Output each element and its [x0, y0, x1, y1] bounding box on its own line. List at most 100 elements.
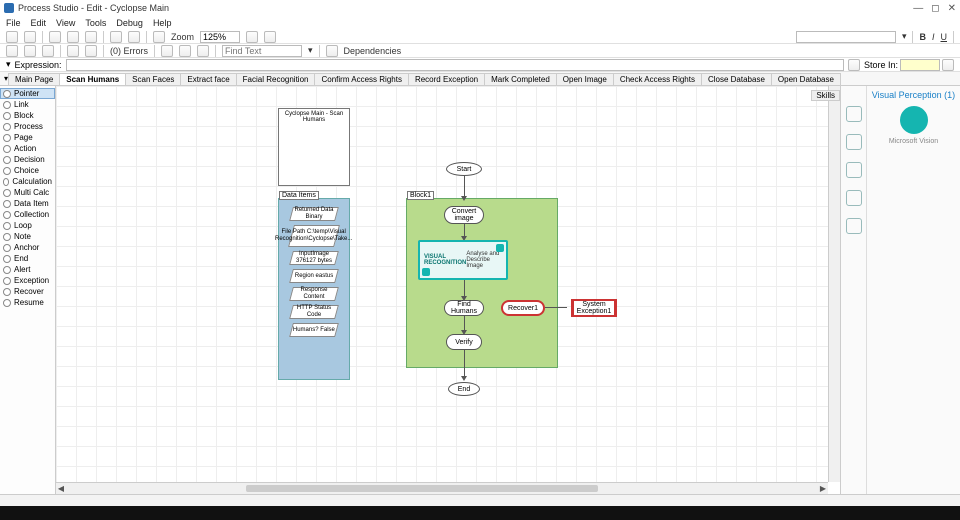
vp-skill-icon[interactable] — [900, 106, 928, 134]
palette-block[interactable]: Block — [0, 110, 55, 121]
skill-icon-4[interactable] — [846, 190, 862, 206]
scroll-thumb[interactable] — [246, 485, 598, 492]
tab-check-access[interactable]: Check Access Rights — [613, 73, 702, 85]
grid-icon[interactable] — [161, 45, 173, 57]
tab-main-page[interactable]: Main Page — [8, 73, 60, 85]
block1[interactable]: Block1 — [406, 198, 558, 368]
close-button[interactable]: ✕ — [948, 3, 956, 14]
validate-icon[interactable] — [85, 45, 97, 57]
vertical-scrollbar[interactable] — [828, 86, 840, 482]
menu-file[interactable]: File — [6, 18, 21, 28]
dataitem-response[interactable]: Response Content — [289, 287, 339, 301]
expression-input[interactable] — [66, 59, 844, 71]
undo-icon[interactable] — [110, 31, 122, 43]
palette-calculation[interactable]: Calculation — [0, 176, 55, 187]
errors-label[interactable]: (0) Errors — [110, 46, 148, 56]
skill-icon-2[interactable] — [846, 134, 862, 150]
dataitem-status[interactable]: HTTP Status Code — [289, 305, 339, 319]
new-icon[interactable] — [6, 31, 18, 43]
palette-collection[interactable]: Collection — [0, 209, 55, 220]
menu-view[interactable]: View — [56, 18, 75, 28]
print-icon[interactable] — [153, 31, 165, 43]
bold-button[interactable]: B — [919, 32, 926, 42]
end-stage[interactable]: End — [448, 382, 480, 396]
system-exception-stage[interactable]: System Exception1 — [572, 299, 616, 317]
palette-resume[interactable]: Resume — [0, 297, 55, 308]
reset-icon[interactable] — [42, 45, 54, 57]
breakpoint-icon[interactable] — [67, 45, 79, 57]
palette-action[interactable]: Action — [0, 143, 55, 154]
visual-recognition-stage[interactable]: VISUAL RECOGNITION Analyse and Describe … — [418, 240, 508, 280]
palette-page[interactable]: Page — [0, 132, 55, 143]
dataitem-returned[interactable]: Returned Data Binary — [289, 207, 339, 221]
italic-button[interactable]: I — [932, 32, 935, 42]
verify-stage[interactable]: Verify — [446, 334, 482, 350]
deps-icon[interactable] — [326, 45, 338, 57]
tab-open-image[interactable]: Open Image — [556, 73, 614, 85]
dataitem-filepath[interactable]: File Path C:\temp\Visual Recognition\Cyc… — [288, 225, 340, 247]
paste-icon[interactable] — [85, 31, 97, 43]
palette-choice[interactable]: Choice — [0, 165, 55, 176]
convert-image-stage[interactable]: Convert image — [444, 206, 484, 224]
info-box[interactable]: Cyclopse Main - Scan Humans — [278, 108, 350, 186]
palette-recover[interactable]: Recover — [0, 286, 55, 297]
storein-input[interactable] — [900, 59, 940, 71]
skill-icon-1[interactable] — [846, 106, 862, 122]
dataitem-inputimage[interactable]: InputImage 376127 bytes — [289, 251, 339, 265]
dataitem-humans[interactable]: Humans? False — [289, 323, 339, 337]
palette-link[interactable]: Link — [0, 99, 55, 110]
deps-label[interactable]: Dependencies — [344, 46, 402, 56]
menu-edit[interactable]: Edit — [31, 18, 47, 28]
skill-icon-3[interactable] — [846, 162, 862, 178]
palette-multicalc[interactable]: Multi Calc — [0, 187, 55, 198]
start-stage[interactable]: Start — [446, 162, 482, 176]
menu-debug[interactable]: Debug — [116, 18, 143, 28]
step-icon[interactable] — [24, 45, 36, 57]
horizontal-scrollbar[interactable]: ◀ ▶ — [56, 482, 828, 494]
data-items-block[interactable]: Data Items Returned Data Binary File Pat… — [278, 198, 350, 380]
tab-mark-completed[interactable]: Mark Completed — [484, 73, 557, 85]
underline-button[interactable]: U — [941, 32, 948, 42]
flow-canvas[interactable]: Cyclopse Main - Scan Humans Data Items R… — [56, 86, 828, 482]
tab-facial-recognition[interactable]: Facial Recognition — [236, 73, 316, 85]
menu-help[interactable]: Help — [153, 18, 172, 28]
palette-alert[interactable]: Alert — [0, 264, 55, 275]
zoom-in-icon[interactable] — [264, 31, 276, 43]
palette-end[interactable]: End — [0, 253, 55, 264]
snap-icon[interactable] — [179, 45, 191, 57]
align-icon[interactable] — [197, 45, 209, 57]
tab-confirm-access[interactable]: Confirm Access Rights — [314, 73, 408, 85]
tab-close-db[interactable]: Close Database — [701, 73, 772, 85]
storein-picker-icon[interactable] — [942, 59, 954, 71]
palette-exception[interactable]: Exception — [0, 275, 55, 286]
cut-icon[interactable] — [49, 31, 61, 43]
palette-pointer[interactable]: Pointer — [0, 88, 55, 99]
tab-open-db[interactable]: Open Database — [771, 73, 841, 85]
palette-dataitem[interactable]: Data Item — [0, 198, 55, 209]
menu-tools[interactable]: Tools — [85, 18, 106, 28]
skills-tab[interactable]: Skills — [811, 90, 840, 101]
run-icon[interactable] — [6, 45, 18, 57]
tab-scan-faces[interactable]: Scan Faces — [125, 73, 181, 85]
palette-loop[interactable]: Loop — [0, 220, 55, 231]
tab-extract-face[interactable]: Extract face — [180, 73, 236, 85]
zoom-input[interactable] — [200, 31, 240, 43]
dataitem-region[interactable]: Region eastus — [289, 269, 339, 283]
redo-icon[interactable] — [128, 31, 140, 43]
palette-anchor[interactable]: Anchor — [0, 242, 55, 253]
skill-icon-5[interactable] — [846, 218, 862, 234]
font-combo[interactable] — [796, 31, 896, 43]
palette-decision[interactable]: Decision — [0, 154, 55, 165]
find-humans-stage[interactable]: Find Humans — [444, 300, 484, 316]
save-icon[interactable] — [24, 31, 36, 43]
expr-calc-icon[interactable] — [848, 59, 860, 71]
palette-note[interactable]: Note — [0, 231, 55, 242]
recover-stage[interactable]: Recover1 — [501, 300, 545, 316]
maximize-button[interactable]: ◻ — [931, 3, 939, 14]
scroll-right-icon[interactable]: ▶ — [818, 484, 828, 494]
palette-process[interactable]: Process — [0, 121, 55, 132]
find-input[interactable] — [222, 45, 302, 57]
tab-record-exception[interactable]: Record Exception — [408, 73, 485, 85]
copy-icon[interactable] — [67, 31, 79, 43]
minimize-button[interactable]: — — [913, 3, 923, 14]
